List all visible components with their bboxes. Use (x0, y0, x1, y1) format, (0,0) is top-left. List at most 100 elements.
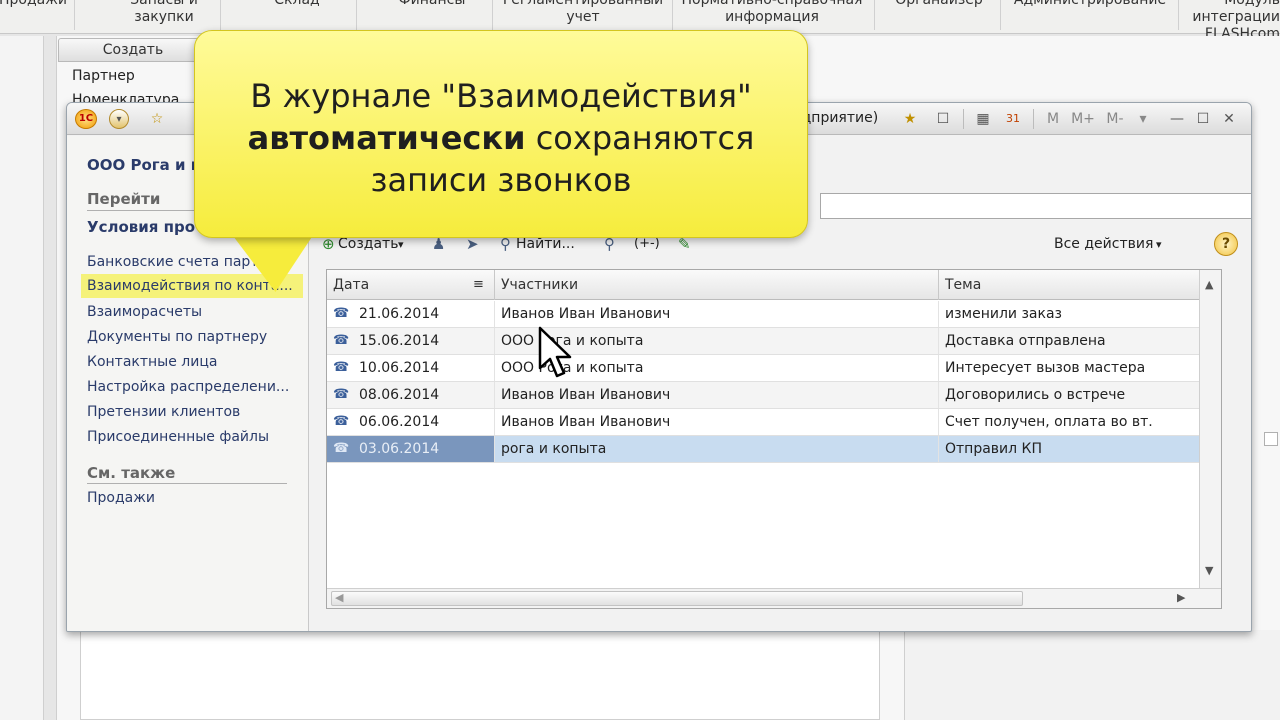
scroll-down-icon[interactable]: ▼ (1205, 564, 1213, 577)
scroll-left-icon[interactable]: ◀ (335, 591, 343, 604)
filter-icon[interactable]: ≡ (467, 270, 495, 300)
menu-separator (1178, 0, 1179, 30)
participants-cell: Иванов Иван Иванович (495, 301, 939, 327)
create-tab[interactable]: Создать (58, 38, 208, 62)
divider (87, 483, 287, 484)
subject-cell: изменили заказ (945, 306, 1062, 322)
participants-cell: Иванов Иван Иванович (495, 409, 939, 435)
create-dropdown-icon[interactable]: ▾ (398, 238, 404, 251)
scroll-right-icon[interactable]: ▶ (1177, 591, 1185, 604)
background-checkbox[interactable] (1264, 432, 1278, 446)
all-actions-button[interactable]: Все действия (1054, 236, 1153, 252)
dropdown-icon[interactable]: ▾ (1137, 109, 1149, 129)
subject-cell: Доставка отправлена (945, 333, 1106, 349)
menu-regulated-accounting[interactable]: Регламентированный учет (500, 0, 666, 26)
menu-sales[interactable]: Продажи (0, 0, 68, 9)
partner-link[interactable]: Партнер (72, 68, 135, 84)
date-cell: 21.06.2014 (327, 301, 495, 327)
menu-separator (874, 0, 875, 30)
menu-separator (356, 0, 357, 30)
memory-plus-button[interactable]: М+ (1069, 109, 1097, 129)
date-cell: 10.06.2014 (327, 355, 495, 381)
find-button[interactable]: Найти... (516, 236, 575, 252)
top-menu: Продажи Запасы и закупки Склад Финансы Р… (0, 0, 1280, 42)
toolbar-separator (1033, 109, 1034, 129)
table-row[interactable]: 21.06.2014 ☎ Иванов Иван Иванович измени… (327, 301, 1199, 328)
nav-item-distribution-settings[interactable]: Настройка распределени... (87, 379, 289, 395)
favorite-star-icon[interactable]: ☆ (147, 109, 167, 129)
phone-call-icon: ☎ (333, 306, 350, 321)
nav-item-attached-files[interactable]: Присоединенные файлы (87, 429, 269, 445)
background-right-panel (904, 630, 1280, 720)
callout-line-3: записи звонков (370, 161, 632, 199)
menu-warehouse[interactable]: Склад (262, 0, 332, 9)
date-cell: 03.06.2014 (327, 436, 495, 462)
close-window-icon[interactable]: ✕ (1219, 109, 1239, 129)
phone-call-icon: ☎ (333, 414, 350, 429)
bookmark-icon[interactable]: ☐ (933, 109, 953, 129)
minimize-icon[interactable]: — (1167, 109, 1187, 129)
calendar-icon[interactable]: 31 (1003, 109, 1023, 129)
table-row[interactable]: 15.06.2014 ☎ ООО Рога и копыта Доставка … (327, 328, 1199, 355)
table-row[interactable]: 06.06.2014 ☎ Иванов Иван Иванович Счет п… (327, 409, 1199, 436)
callout-line-2-rest: сохраняются (525, 119, 755, 157)
callout-line-2: автоматически сохраняются (195, 117, 807, 159)
calculator-icon[interactable]: ▦ (973, 109, 993, 129)
memory-button[interactable]: М (1043, 109, 1063, 129)
callout-bold-text: автоматически (247, 119, 526, 157)
organization-name[interactable]: ООО Рога и к (87, 156, 201, 174)
nav-item-documents[interactable]: Документы по партнеру (87, 329, 267, 345)
menu-administration[interactable]: Администрирование (1012, 0, 1168, 9)
menu-organizer[interactable]: Органайзер (890, 0, 988, 9)
menu-reference-info[interactable]: Нормативно-справочная информация (680, 0, 864, 26)
menu-separator (672, 0, 673, 30)
menu-separator (1000, 0, 1001, 30)
horizontal-scrollbar[interactable]: ◀ ▶ (327, 588, 1221, 608)
column-subject[interactable]: Тема (939, 270, 1199, 300)
help-icon[interactable]: ? (1214, 232, 1238, 256)
create-button[interactable]: Создать (338, 236, 398, 252)
callout-line-1: В журнале "Взаимодействия" (250, 77, 752, 115)
menu-finance[interactable]: Финансы (392, 0, 472, 9)
phone-call-icon: ☎ (333, 387, 350, 402)
date-cell: 15.06.2014 (327, 328, 495, 354)
date-cell: 06.06.2014 (327, 409, 495, 435)
table-row-selected[interactable]: 03.06.2014 ☎ рога и копыта Отправил КП (327, 436, 1199, 463)
toolbar-separator (963, 109, 964, 129)
nav-item-sales[interactable]: Продажи (87, 490, 155, 506)
phone-call-icon: ☎ (333, 360, 350, 375)
vertical-scrollbar[interactable]: ▲ ▼ (1199, 270, 1221, 588)
background-lower-panel (80, 630, 880, 720)
nav-item-settlements[interactable]: Взаиморасчеты (87, 304, 202, 320)
scroll-up-icon[interactable]: ▲ (1205, 278, 1213, 291)
menu-stock-purchases[interactable]: Запасы и закупки (120, 0, 208, 26)
nav-item-contacts[interactable]: Контактные лица (87, 354, 217, 370)
subject-cell: Интересует вызов мастера (945, 360, 1146, 376)
nav-item-claims[interactable]: Претензии клиентов (87, 404, 240, 420)
date-cell: 08.06.2014 (327, 382, 495, 408)
table-header: Дата ≡ Участники Тема (327, 270, 1199, 300)
see-also-header: См. также (87, 464, 176, 482)
chevron-down-icon[interactable]: ▾ (1156, 238, 1162, 251)
phone-call-icon: ☎ (333, 333, 350, 348)
plus-minus-button[interactable]: (+-) (634, 236, 660, 251)
scroll-thumb[interactable] (331, 591, 1023, 606)
mouse-pointer-icon (538, 326, 572, 378)
1c-logo-icon[interactable]: 1С (75, 109, 97, 129)
table-row[interactable]: 08.06.2014 ☎ Иванов Иван Иванович Догово… (327, 382, 1199, 409)
subject-cell: Отправил КП (945, 441, 1043, 457)
add-favorite-icon[interactable]: ★ (899, 109, 921, 129)
column-participants[interactable]: Участники (495, 270, 939, 300)
maximize-icon[interactable]: ☐ (1193, 109, 1213, 129)
phone-call-icon: ☎ (333, 441, 350, 456)
menu-separator (74, 0, 75, 30)
menu-separator (492, 0, 493, 30)
interactions-table: Дата ≡ Участники Тема 21.06.2014 ☎ Ивано… (326, 269, 1222, 609)
table-row[interactable]: 10.06.2014 ☎ ООО Рога и копыта Интересуе… (327, 355, 1199, 382)
participants-cell: рога и копыта (495, 436, 939, 462)
memory-minus-button[interactable]: М- (1101, 109, 1129, 129)
menu-separator (220, 0, 221, 30)
nav-conditions[interactable]: Условия про (87, 218, 195, 236)
search-input[interactable]: ... ✕ ⚲ (820, 193, 1251, 219)
window-menu-icon[interactable]: ▾ (109, 109, 129, 129)
